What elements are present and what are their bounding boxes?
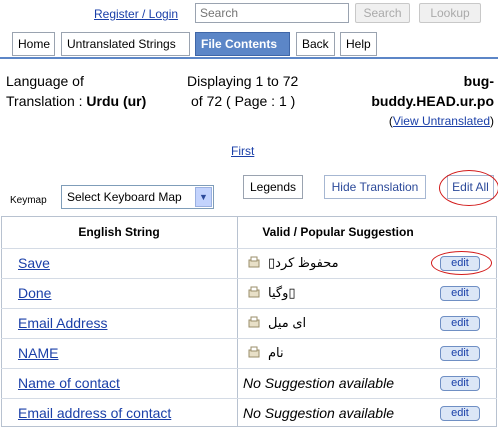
row-name-of-contact-no-suggestion: No Suggestion available: [243, 375, 394, 391]
row-name-edit-button[interactable]: edit: [440, 346, 480, 361]
language-label-line1: Language of: [6, 73, 84, 89]
header-suggestion: Valid / Popular Suggestion: [262, 225, 414, 239]
keyboard-map-select[interactable]: Select Keyboard Map ▼: [61, 185, 214, 209]
row-name-suggestion: نام: [268, 345, 284, 360]
first-page-link[interactable]: First: [231, 144, 254, 158]
row-name-of-contact-edit-button[interactable]: edit: [440, 376, 480, 391]
row-name-english-link[interactable]: NAME: [18, 345, 58, 361]
row-name-of-contact-english-link[interactable]: Name of contact: [18, 375, 120, 391]
row-email-of-contact-english-link[interactable]: Email address of contact: [18, 405, 171, 421]
row-email-address-edit-button[interactable]: edit: [440, 316, 480, 331]
row-done-edit-button[interactable]: edit: [440, 286, 480, 301]
suggestion-source-icon: [248, 346, 260, 358]
row-divider: [1, 338, 497, 339]
row-email-of-contact-no-suggestion: No Suggestion available: [243, 405, 394, 421]
tab-untranslated-strings[interactable]: Untranslated Strings: [61, 32, 190, 56]
row-save-suggestion: محفوظ کرد▯: [268, 255, 339, 270]
chevron-down-icon[interactable]: ▼: [195, 187, 212, 207]
header-english-string: English String: [78, 225, 160, 239]
tab-underline: [0, 57, 498, 59]
row-email-of-contact-edit-button[interactable]: edit: [440, 406, 480, 421]
hide-translation-button[interactable]: Hide Translation: [324, 175, 426, 199]
edit-all-highlight: [439, 170, 498, 206]
language-label-line2: Translation : Urdu (ur): [6, 91, 146, 111]
tab-help[interactable]: Help: [340, 32, 377, 56]
keymap-label: Keymap: [10, 195, 47, 206]
tab-home[interactable]: Home: [12, 32, 55, 56]
file-name-line2: buddy.HEAD.ur.po: [371, 93, 494, 109]
tab-back[interactable]: Back: [296, 32, 335, 56]
row-divider: [1, 368, 497, 369]
row-save-english-link[interactable]: Save: [18, 255, 50, 271]
row-done-english-link[interactable]: Done: [18, 285, 51, 301]
edit-button-highlight: [431, 251, 492, 275]
row-divider: [1, 308, 497, 309]
view-untranslated-wrap: (View Untranslated): [389, 114, 494, 128]
register-login-link[interactable]: Register / Login: [94, 7, 178, 21]
search-input[interactable]: [195, 3, 349, 23]
row-divider: [1, 398, 497, 399]
displaying-line2: of 72 ( Page : 1 ): [191, 93, 296, 109]
suggestion-source-icon: [248, 316, 260, 328]
displaying-line1: Displaying 1 to 72: [187, 73, 299, 89]
search-button[interactable]: Search: [355, 3, 410, 23]
language-label-prefix: Translation :: [6, 93, 83, 109]
row-email-address-english-link[interactable]: Email Address: [18, 315, 107, 331]
file-name-line1: bug-: [463, 73, 494, 89]
suggestion-source-icon: [248, 286, 260, 298]
view-untranslated-link[interactable]: View Untranslated: [393, 114, 490, 128]
row-email-address-suggestion: ای میل: [268, 315, 307, 330]
legends-button[interactable]: Legends: [243, 175, 303, 199]
paren-close: ): [490, 114, 494, 128]
row-done-suggestion: ▯وگیا: [268, 285, 296, 300]
keyboard-map-value: Select Keyboard Map: [67, 190, 182, 204]
lookup-button[interactable]: Lookup: [419, 3, 481, 23]
row-divider: [1, 278, 497, 279]
tab-file-contents[interactable]: File Contents: [195, 32, 290, 56]
header-divider: [1, 248, 497, 249]
language-value: Urdu (ur): [86, 93, 147, 109]
suggestion-source-icon: [248, 256, 260, 268]
